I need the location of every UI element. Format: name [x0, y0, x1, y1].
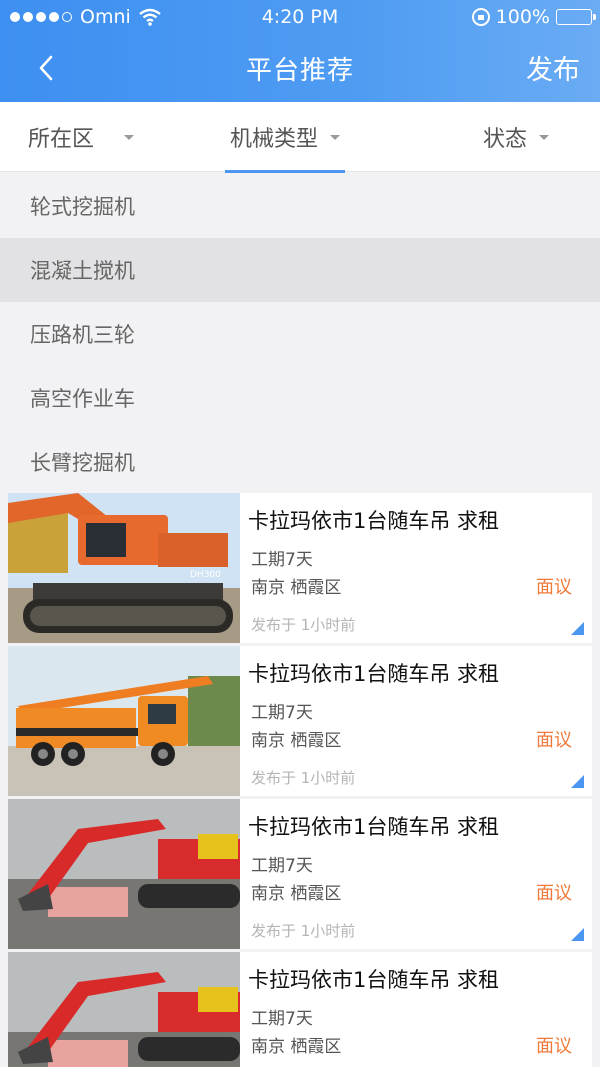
listing-price: 面议	[536, 577, 572, 598]
listing-title: 卡拉玛依市1台随车吊 求租	[248, 815, 500, 839]
listing-title: 卡拉玛依市1台随车吊 求租	[248, 662, 500, 686]
rotation-lock-icon	[471, 8, 490, 26]
filter-district-label: 所在区	[28, 127, 95, 152]
app-header: Omni 4:20 PM 100% 平台推荐 发布	[0, 0, 600, 102]
nav-bar: 平台推荐 发布	[0, 36, 600, 102]
filter-district[interactable]: 所在区	[28, 102, 135, 172]
publish-button[interactable]: 发布	[526, 48, 580, 87]
listing-image-red-excavator	[8, 952, 240, 1067]
listing-image-truck-crane	[8, 646, 240, 796]
filter-status[interactable]: 状态	[483, 102, 550, 172]
caret-down-icon	[124, 134, 135, 140]
filter-machine-type-label: 机械类型	[229, 127, 318, 152]
listing-price: 面议	[536, 1036, 572, 1057]
corner-marker-icon	[571, 775, 584, 788]
listing-card[interactable]: 卡拉玛依市1台随车吊 求租 工期7天 南京 栖霞区 面议 发布于 1小时前	[8, 799, 592, 949]
filter-machine-type[interactable]: 机械类型	[225, 102, 345, 172]
listing-period: 工期7天	[251, 1009, 313, 1029]
dropdown-item[interactable]: 高空作业车	[0, 366, 600, 430]
status-right: 100%	[471, 6, 596, 28]
listing-period: 工期7天	[251, 550, 313, 570]
corner-marker-icon	[571, 928, 584, 941]
active-filter-indicator	[225, 170, 345, 173]
listing-posted-time: 发布于 1小时前	[251, 769, 356, 787]
listing-price: 面议	[536, 730, 572, 751]
listing-period: 工期7天	[251, 703, 313, 723]
svg-text:DH300: DH300	[190, 570, 221, 580]
listing-posted-time: 发布于 1小时前	[251, 922, 356, 940]
listing-price: 面议	[536, 883, 572, 904]
battery-icon	[556, 9, 596, 25]
listing-title: 卡拉玛依市1台随车吊 求租	[248, 509, 500, 533]
caret-down-icon	[539, 134, 550, 140]
dropdown-item[interactable]: 长臂挖掘机	[0, 430, 600, 494]
listing-location: 南京 栖霞区	[251, 1037, 342, 1057]
listing-card[interactable]: DH300 卡拉玛依市1台随车吊 求租 工期7天 南京 栖霞区 面议 发布于 1…	[8, 493, 592, 643]
listing-image-orange-excavator: DH300	[8, 493, 240, 643]
listing-period: 工期7天	[251, 856, 313, 876]
listing-card[interactable]: 卡拉玛依市1台随车吊 求租 工期7天 南京 栖霞区 面议	[8, 952, 592, 1067]
dropdown-item-selected[interactable]: 混凝土搅机	[0, 238, 600, 302]
listing-location: 南京 栖霞区	[251, 578, 342, 598]
listing-image-red-excavator	[8, 799, 240, 949]
machine-type-dropdown: 轮式挖掘机 混凝土搅机 压路机三轮 高空作业车 长臂挖掘机	[0, 174, 600, 494]
dropdown-item[interactable]: 压路机三轮	[0, 302, 600, 366]
listing-title: 卡拉玛依市1台随车吊 求租	[248, 968, 500, 992]
listing-location: 南京 栖霞区	[251, 884, 342, 904]
filter-status-label: 状态	[483, 127, 528, 152]
page-title: 平台推荐	[245, 56, 354, 86]
status-bar: Omni 4:20 PM 100%	[0, 0, 600, 36]
caret-down-icon	[330, 134, 340, 140]
listing-location: 南京 栖霞区	[251, 731, 342, 751]
listing-posted-time: 发布于 1小时前	[251, 616, 356, 634]
dropdown-item[interactable]: 轮式挖掘机	[0, 174, 600, 238]
battery-percent: 100%	[495, 6, 550, 28]
listing-list: DH300 卡拉玛依市1台随车吊 求租 工期7天 南京 栖霞区 面议 发布于 1…	[8, 493, 592, 1067]
listing-card[interactable]: 卡拉玛依市1台随车吊 求租 工期7天 南京 栖霞区 面议 发布于 1小时前	[8, 646, 592, 796]
corner-marker-icon	[571, 622, 584, 635]
filter-bar: 所在区 机械类型 状态	[0, 102, 600, 173]
